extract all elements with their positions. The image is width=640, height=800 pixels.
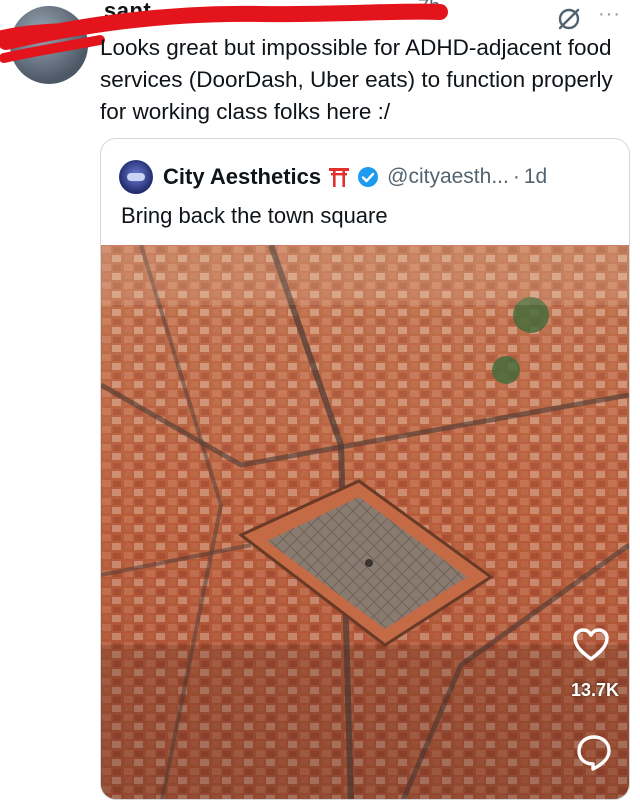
quoted-post-header: City Aesthetics @cityaesth... · 1d xyxy=(119,159,547,195)
username[interactable]: sant xyxy=(104,0,151,24)
quoted-timestamp[interactable]: 1d xyxy=(524,165,547,189)
town-square-aerial-photo[interactable] xyxy=(101,245,629,800)
more-icon[interactable]: ··· xyxy=(598,4,628,24)
verified-badge-icon xyxy=(358,167,379,187)
quoted-display-name[interactable]: City Aesthetics xyxy=(163,164,321,190)
reply-icon[interactable] xyxy=(574,732,614,772)
heart-icon[interactable] xyxy=(570,624,612,666)
quoted-handle[interactable]: @cityaesth... xyxy=(387,165,509,189)
post-text: Looks great but impossible for ADHD-adja… xyxy=(100,35,613,124)
torii-gate-icon xyxy=(329,168,350,187)
grok-icon[interactable] xyxy=(556,6,582,32)
user-avatar[interactable] xyxy=(10,6,88,84)
quoted-post[interactable]: City Aesthetics @cityaesth... · 1d Bring… xyxy=(100,138,630,800)
post-timestamp[interactable]: 7h xyxy=(418,0,440,19)
like-count: 13.7K xyxy=(570,680,620,700)
meta-separator: · xyxy=(512,165,520,188)
quoted-avatar[interactable] xyxy=(119,160,153,194)
quoted-text: Bring back the town square xyxy=(121,203,388,228)
